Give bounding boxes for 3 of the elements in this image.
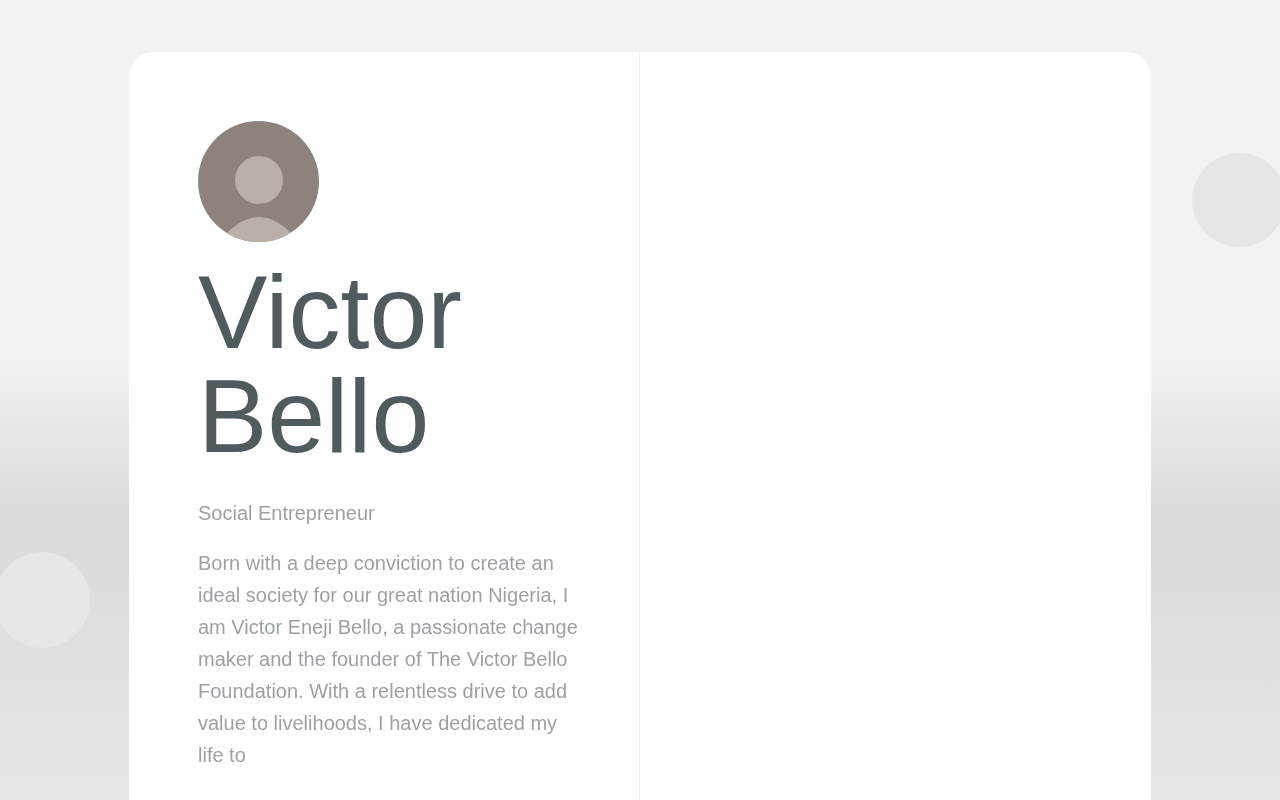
profile-role: Social Entrepreneur bbox=[198, 502, 376, 525]
profile-bio: Born with a deep conviction to create an ideal society for our great nation Nigeria, I am Victor Eneji Bello, a passionate change maker and the founder of The Victor Bello Foundation. With a relentless drive to add value to livelihoods, I have dedicated my life to bbox=[198, 551, 578, 768]
profile-name: Victor Bello bbox=[198, 260, 463, 468]
